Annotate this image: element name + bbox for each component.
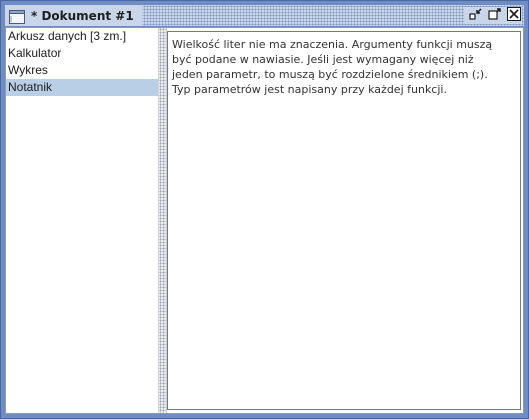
minimize-button[interactable] xyxy=(468,7,484,23)
notes-line: być podane w nawiasie. Jeśli jest wymaga… xyxy=(172,53,474,66)
list-item-wykres[interactable]: Wykres xyxy=(6,62,158,79)
window-content: Arkusz danych [3 zm.] Kalkulator Wykres … xyxy=(5,27,524,414)
notes-pane: Wielkość liter nie ma znaczenia. Argumen… xyxy=(167,28,523,413)
internal-window: * Dokument #1 Arkusz danych [3 zm.] Kalk… xyxy=(0,0,529,419)
component-list[interactable]: Arkusz danych [3 zm.] Kalkulator Wykres … xyxy=(6,28,158,413)
notes-line: Typ parametrów jest napisany przy każdej… xyxy=(172,83,447,96)
title-buttons xyxy=(464,6,522,25)
maximize-button[interactable] xyxy=(487,7,503,23)
window-title: * Dokument #1 xyxy=(31,8,134,23)
list-item-arkusz-danych[interactable]: Arkusz danych [3 zm.] xyxy=(6,28,158,45)
notes-text-area[interactable]: Wielkość liter nie ma znaczenia. Argumen… xyxy=(167,31,521,410)
close-button[interactable] xyxy=(506,6,522,25)
list-item-kalkulator[interactable]: Kalkulator xyxy=(6,45,158,62)
close-icon xyxy=(507,6,521,25)
list-item-notatnik[interactable]: Notatnik xyxy=(6,79,158,96)
maximize-icon xyxy=(488,6,502,25)
notes-line: Wielkość liter nie ma znaczenia. Argumen… xyxy=(172,38,493,51)
document-icon xyxy=(9,9,25,24)
title-bar[interactable]: * Dokument #1 xyxy=(5,5,524,26)
minimize-icon xyxy=(469,6,483,25)
notes-line: jeden parametr, to muszą być rozdzielone… xyxy=(172,68,488,81)
title-left: * Dokument #1 xyxy=(5,5,142,26)
split-pane-divider[interactable] xyxy=(158,28,167,413)
